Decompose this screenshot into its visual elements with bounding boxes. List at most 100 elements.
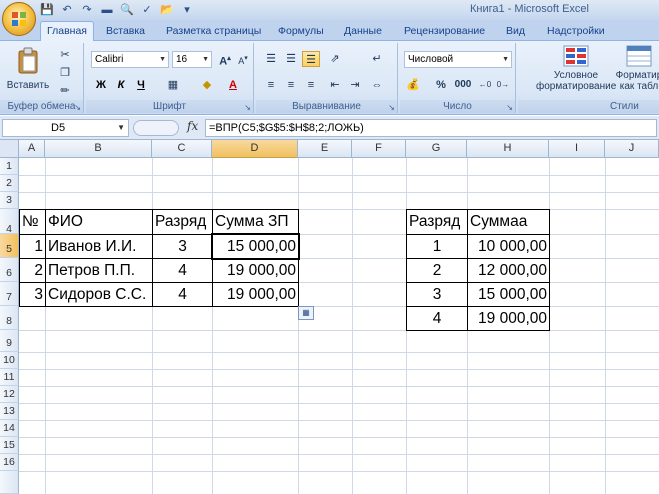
row-header[interactable]: 12 [0, 386, 19, 403]
paste-options-icon[interactable]: ▦ [298, 306, 314, 320]
font-name-select[interactable]: Calibri ▼ [91, 51, 169, 68]
column-header-d[interactable]: D [212, 140, 298, 158]
table1-cell[interactable]: 1 [19, 234, 46, 259]
table1-cell[interactable]: Петров П.П. [45, 258, 153, 283]
row-header[interactable]: 9 [0, 330, 19, 352]
row-header[interactable]: 4 [0, 209, 19, 235]
tab-review[interactable]: Рецензирование [398, 22, 491, 41]
row-header[interactable]: 6 [0, 258, 19, 282]
table1-header-cell[interactable]: ФИО [45, 209, 153, 235]
table2-header-cell[interactable]: Разряд [406, 209, 468, 235]
format-as-table-button[interactable]: Форматир как табл [614, 45, 659, 99]
font-launcher-icon[interactable]: ↘ [244, 103, 251, 112]
table2-cell[interactable]: 1 [406, 234, 468, 259]
increase-decimal-icon[interactable]: ←0 [476, 77, 494, 93]
column-header-i[interactable]: I [549, 140, 605, 158]
number-launcher-icon[interactable]: ↘ [506, 103, 513, 112]
row-header[interactable]: 14 [0, 420, 19, 437]
table1-cell[interactable]: Сидоров С.С. [45, 282, 153, 307]
row-header[interactable] [0, 471, 19, 494]
table2-cell[interactable]: 19 000,00 [467, 306, 550, 331]
row-header[interactable]: 2 [0, 175, 19, 192]
tab-data[interactable]: Данные [338, 22, 388, 41]
align-center-icon[interactable]: ≡ [282, 77, 300, 93]
number-format-select[interactable]: Числовой ▼ [404, 51, 512, 68]
select-all-corner[interactable] [0, 140, 19, 158]
orientation-icon[interactable]: ⇗ [326, 51, 344, 67]
align-top-icon[interactable]: ☰ [262, 51, 280, 67]
table1-cell[interactable]: 19 000,00 [212, 258, 299, 283]
row-header[interactable]: 3 [0, 192, 19, 209]
name-box[interactable]: D5 ▼ [2, 119, 129, 137]
table2-cell[interactable]: 4 [406, 306, 468, 331]
row-header[interactable]: 15 [0, 437, 19, 454]
clipboard-launcher-icon[interactable]: ↘ [74, 103, 81, 112]
row-header[interactable]: 11 [0, 369, 19, 386]
cut-icon[interactable]: ✂ [56, 47, 74, 63]
paste-button[interactable]: Вставить [6, 45, 50, 97]
column-header-e[interactable]: E [298, 140, 352, 158]
row-header[interactable]: 13 [0, 403, 19, 420]
redo-icon[interactable]: ↷ [80, 4, 94, 17]
table1-header-cell[interactable]: Разряд [152, 209, 213, 235]
align-bottom-icon[interactable]: ☰ [302, 51, 320, 67]
table1-cell[interactable]: Иванов И.И. [45, 234, 153, 259]
font-color-icon[interactable]: A [224, 77, 242, 93]
table2-header-cell[interactable]: Суммаа [467, 209, 550, 235]
borders-icon[interactable]: ▦ [164, 77, 182, 93]
column-header-h[interactable]: H [467, 140, 549, 158]
currency-format-icon[interactable]: 💰 [404, 77, 422, 93]
alignment-launcher-icon[interactable]: ↘ [388, 103, 395, 112]
align-middle-icon[interactable]: ☰ [282, 51, 300, 67]
copy-icon[interactable]: ❐ [56, 65, 74, 81]
tab-page-layout[interactable]: Разметка страницы [160, 22, 267, 41]
bold-button[interactable]: Ж [92, 77, 110, 93]
insert-function-button[interactable]: fx [187, 119, 198, 133]
open-icon[interactable]: 📂 [160, 4, 174, 17]
percent-button[interactable]: % [432, 77, 450, 93]
tab-addins[interactable]: Надстройки [541, 22, 611, 41]
table1-cell[interactable]: 3 [19, 282, 46, 307]
decrease-indent-icon[interactable]: ⇤ [326, 77, 344, 93]
grow-font-icon[interactable]: A▴ [216, 51, 234, 68]
row-header[interactable]: 10 [0, 352, 19, 369]
font-size-select[interactable]: 16 ▼ [172, 51, 212, 68]
merge-center-icon[interactable]: ⇔ [368, 77, 386, 93]
print-preview-icon[interactable]: 🔍 [120, 4, 134, 17]
tab-view[interactable]: Вид [500, 22, 531, 41]
table1-cell[interactable]: 3 [152, 234, 213, 259]
office-button[interactable] [2, 2, 36, 36]
row-header[interactable]: 7 [0, 282, 19, 306]
table1-cell[interactable]: 15 000,00 [212, 234, 299, 259]
column-header-g[interactable]: G [406, 140, 467, 158]
align-right-icon[interactable]: ≡ [302, 77, 320, 93]
minus-icon[interactable]: ▬ [100, 4, 114, 17]
underline-button[interactable]: Ч [132, 77, 150, 93]
column-header-a[interactable]: A [19, 140, 45, 158]
row-header[interactable]: 5 [0, 234, 19, 258]
row-header[interactable]: 8 [0, 306, 19, 330]
tab-insert[interactable]: Вставка [100, 22, 151, 41]
table1-cell[interactable]: 4 [152, 258, 213, 283]
decrease-decimal-icon[interactable]: 0→ [494, 77, 512, 93]
column-header-f[interactable]: F [352, 140, 406, 158]
wrap-text-icon[interactable]: ↵ [368, 51, 386, 67]
shrink-font-icon[interactable]: A▾ [234, 51, 252, 67]
column-header-c[interactable]: C [152, 140, 212, 158]
table2-cell[interactable]: 2 [406, 258, 468, 283]
table2-cell[interactable]: 3 [406, 282, 468, 307]
formula-input[interactable]: =ВПР(C5;$G$5:$H$8;2;ЛОЖЬ) [205, 119, 657, 137]
table1-cell[interactable]: 4 [152, 282, 213, 307]
fill-color-icon[interactable]: ◆ [198, 77, 216, 93]
tab-formulas[interactable]: Формулы [272, 22, 330, 41]
row-header[interactable]: 16 [0, 454, 19, 471]
table1-cell[interactable]: 2 [19, 258, 46, 283]
table2-cell[interactable]: 12 000,00 [467, 258, 550, 283]
undo-icon[interactable]: ↶ [60, 4, 74, 17]
save-icon[interactable]: 💾 [40, 4, 54, 17]
table1-cell[interactable]: 19 000,00 [212, 282, 299, 307]
column-header-j[interactable]: J [605, 140, 659, 158]
table1-header-cell[interactable]: № [19, 209, 46, 235]
format-painter-icon[interactable]: ✏ [56, 83, 74, 99]
table2-cell[interactable]: 15 000,00 [467, 282, 550, 307]
